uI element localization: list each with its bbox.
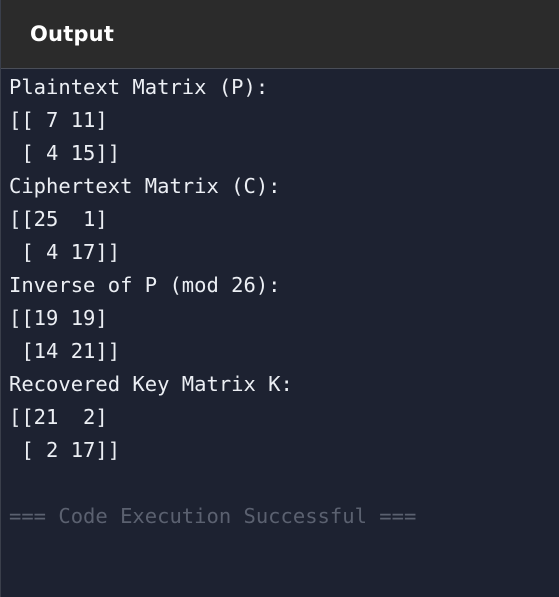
output-line: [ 4 17]] [9,240,121,264]
output-line: [[19 19] [9,306,108,330]
output-header: Output [1,0,559,69]
console-output: Plaintext Matrix (P): [[ 7 11] [ 4 15]] … [1,71,559,533]
output-line: [ 4 15]] [9,141,121,165]
execution-status: === Code Execution Successful === [9,504,417,528]
output-line: Plaintext Matrix (P): [9,75,269,99]
output-line: [14 21]] [9,339,121,363]
output-line: [ 2 17]] [9,438,121,462]
output-line: Inverse of P (mod 26): [9,273,281,297]
output-panel: Output Plaintext Matrix (P): [[ 7 11] [ … [0,0,559,597]
output-line: [[25 1] [9,207,108,231]
output-line: [[ 7 11] [9,108,108,132]
output-line: [[21 2] [9,405,108,429]
output-line: Recovered Key Matrix K: [9,372,293,396]
output-title: Output [30,22,115,46]
output-line: Ciphertext Matrix (C): [9,174,281,198]
